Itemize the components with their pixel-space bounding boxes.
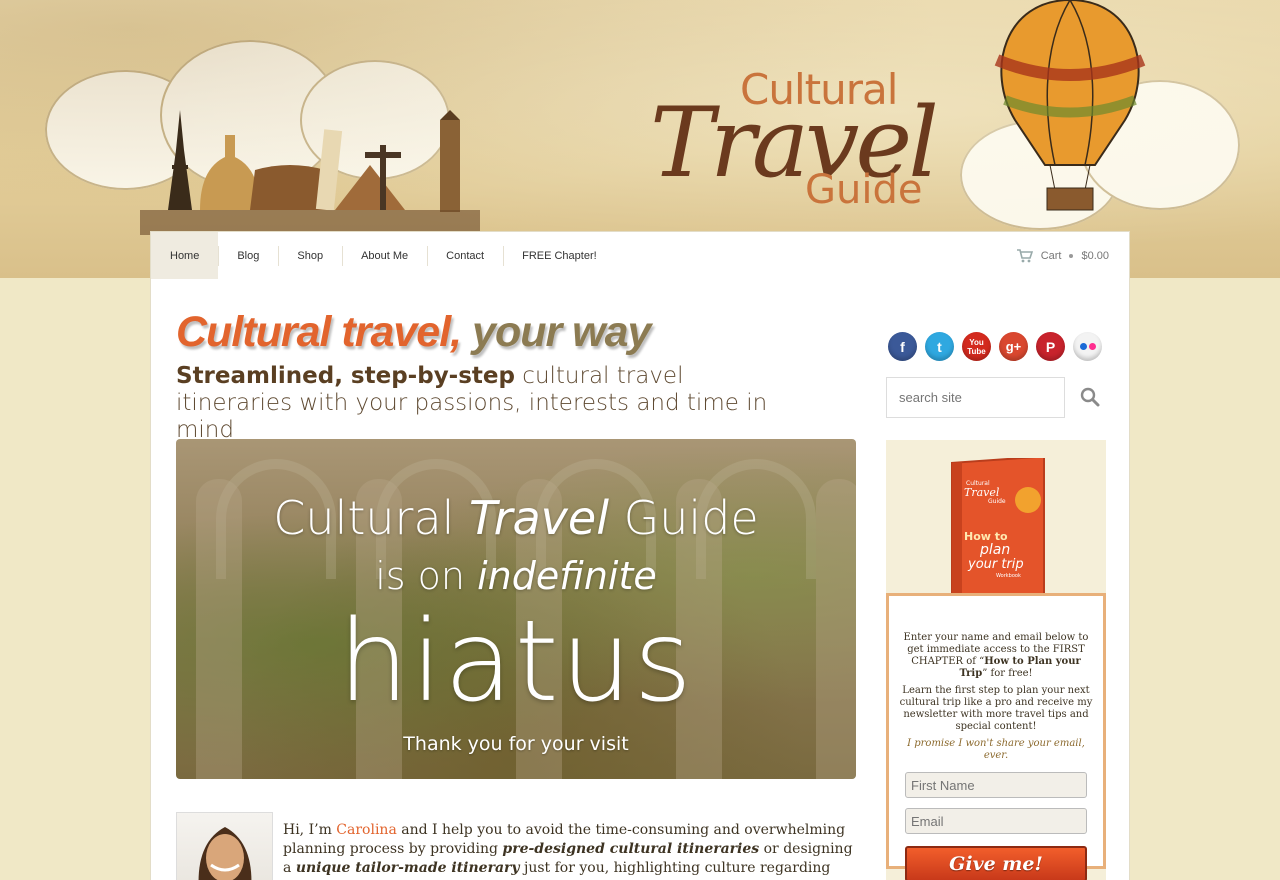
author-photo — [198, 827, 252, 880]
intro-section: Hi, I’m Carolina and I help you to avoid… — [176, 812, 856, 880]
page-subheading: Streamlined, step-by-step cultural trave… — [176, 363, 796, 444]
cart-label: Cart — [1040, 249, 1062, 262]
optin-intro-text: Enter your name and email below to get i… — [889, 632, 1103, 680]
nav-contact[interactable]: Contact — [427, 232, 503, 279]
optin-form: Enter your name and email below to get i… — [886, 593, 1106, 880]
logo-guide: Guide — [805, 167, 923, 213]
hero-thanks: Thank you for your visit — [403, 733, 629, 755]
hero-title-c: Guide — [623, 491, 759, 545]
main-navigation: Home Blog Shop About Me Contact FREE Cha… — [150, 231, 1130, 279]
optin-p1-c: ” for free! — [982, 668, 1033, 679]
book-title-c: your trip — [967, 557, 1024, 572]
optin-privacy-note: I promise I won't share your email, ever… — [907, 738, 1085, 761]
nav-home[interactable]: Home — [151, 232, 219, 279]
site-logo[interactable]: Cultural Travel Guide — [640, 55, 950, 225]
first-name-field[interactable] — [905, 772, 1087, 798]
author-avatar — [176, 812, 273, 880]
book-title-b: plan — [979, 542, 1010, 558]
optin-description: Learn the first step to plan your next c… — [899, 685, 1093, 732]
subhead-strong: Streamlined, step-by-step — [176, 363, 515, 389]
newsletter-optin-box: Cultural Travel Guide How to plan your t… — [886, 440, 1106, 880]
hero-title: Cultural Travel Guide — [176, 491, 856, 545]
hero-title-a: Cultural — [273, 491, 455, 545]
book-subtitle: Workbook — [996, 573, 1021, 579]
search-input[interactable] — [886, 377, 1065, 418]
cart-total: $0.00 — [1081, 249, 1109, 262]
hero-line2: is on indefinite — [176, 554, 856, 598]
facebook-icon[interactable]: f — [888, 332, 917, 361]
twitter-icon[interactable]: t — [925, 332, 954, 361]
cart-separator — [1069, 253, 1074, 258]
intro-paragraph: Hi, I’m Carolina and I help you to avoid… — [283, 821, 853, 880]
nav-shop[interactable]: Shop — [278, 232, 342, 279]
give-me-button[interactable]: Give me! — [905, 846, 1087, 880]
headline-part-a: Cultural travel, — [176, 308, 462, 356]
content-panel: Cultural travel, your way Streamlined, s… — [150, 278, 1130, 880]
flickr-icon[interactable] — [1073, 332, 1102, 361]
email-field[interactable] — [905, 808, 1087, 834]
hero-title-b: Travel — [469, 491, 609, 545]
nav-free-chapter[interactable]: FREE Chapter! — [503, 232, 616, 279]
pinterest-icon[interactable]: P — [1036, 332, 1065, 361]
hero-hiatus: hiatus — [338, 597, 694, 727]
hero-line2-b: indefinite — [477, 554, 657, 598]
book-logo-line3: Guide — [988, 498, 1006, 505]
page-headline: Cultural travel, your way — [176, 308, 651, 357]
hero-banner: Cultural Travel Guide is on indefinite h… — [176, 439, 856, 779]
google-plus-icon[interactable]: g+ — [999, 332, 1028, 361]
hero-message: Cultural Travel Guide is on indefinite h… — [176, 439, 856, 779]
intro-bold-2: unique tailor-made itinerary — [295, 860, 520, 876]
nav-about-me[interactable]: About Me — [342, 232, 427, 279]
intro-bold-1: pre-designed cultural itineraries — [502, 841, 760, 857]
nav-blog[interactable]: Blog — [218, 232, 278, 279]
hot-air-balloon-illustration — [994, 0, 1146, 211]
author-name-link[interactable]: Carolina — [336, 822, 397, 838]
intro-pre: Hi, I’m — [283, 822, 332, 838]
youtube-icon[interactable]: You Tube — [962, 332, 991, 361]
cart-widget[interactable]: Cart $0.00 — [1016, 248, 1109, 263]
search-icon[interactable] — [1077, 384, 1103, 410]
cart-icon — [1016, 248, 1033, 262]
headline-part-b: your way — [472, 308, 651, 356]
social-links: f t You Tube g+ P — [888, 332, 1102, 361]
hero-line2-a: is on — [375, 554, 466, 598]
world-landmarks-illustration — [140, 110, 480, 235]
